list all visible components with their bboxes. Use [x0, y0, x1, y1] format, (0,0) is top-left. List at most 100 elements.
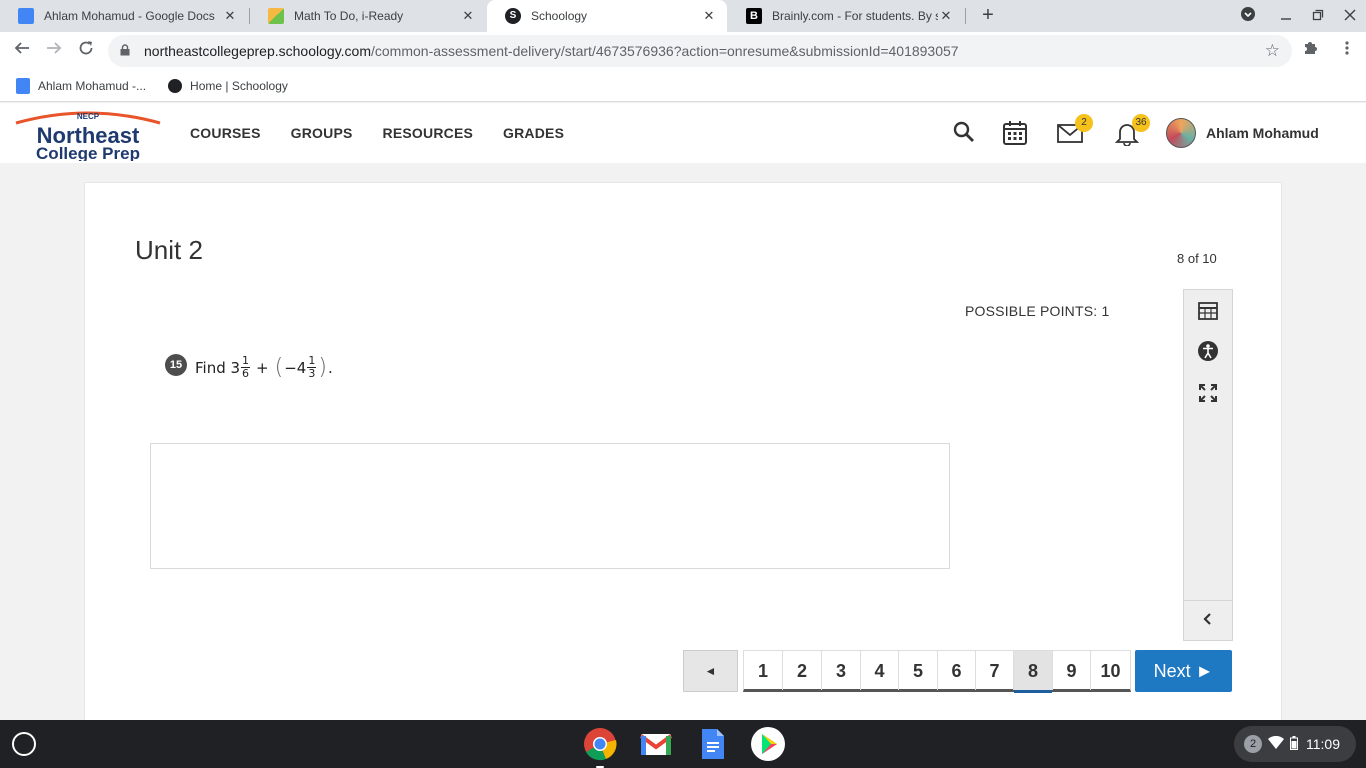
page-list: 1 2 3 4 5 6 7 8 9 10: [743, 650, 1131, 693]
extensions-puzzle-icon[interactable]: [1302, 40, 1318, 61]
tab-title: Brainly.com - For students. By students.: [772, 9, 938, 23]
fraction-one-sixth: 1 6: [241, 355, 251, 380]
possible-points: POSSIBLE POINTS: 1: [965, 303, 1110, 319]
nav-groups[interactable]: GROUPS: [291, 125, 353, 141]
google-docs-icon: [16, 77, 30, 94]
lock-icon: [120, 43, 132, 59]
tab-schoology[interactable]: S Schoology ✕: [487, 0, 727, 32]
page-9-button[interactable]: 9: [1053, 651, 1091, 690]
bookmarks-bar: Ahlam Mohamud -... Home | Schoology: [0, 70, 1366, 102]
close-tab-icon[interactable]: ✕: [460, 8, 476, 24]
question-text: Find 3 1 6 + ( −4 1 3 ) .: [195, 355, 333, 381]
accessibility-icon[interactable]: [1197, 340, 1219, 362]
bookmark-label: Ahlam Mohamud -...: [38, 78, 147, 93]
avatar[interactable]: [1166, 118, 1196, 148]
chrome-icon[interactable]: [582, 726, 618, 768]
nav-grades[interactable]: GRADES: [503, 125, 564, 141]
page-1-button[interactable]: 1: [744, 651, 783, 690]
previous-button[interactable]: ◄: [683, 650, 738, 692]
schoology-icon: [168, 78, 183, 93]
bookmark-star-icon[interactable]: ☆: [1265, 41, 1280, 61]
calendar-icon[interactable]: [1002, 120, 1028, 146]
negative-whole: −4: [284, 358, 307, 377]
logo-top-text: NECP: [77, 112, 100, 121]
tab-title: Math To Do, i-Ready: [294, 9, 404, 23]
bookmark-schoology-home[interactable]: Home | Schoology: [168, 78, 288, 93]
schoology-header: NECP Northeast College Prep COURSES GROU…: [0, 103, 1366, 163]
os-shelf: 2 11:09: [0, 720, 1366, 768]
browser-tab-strip: Ahlam Mohamud - Google Docs ✕ Math To Do…: [0, 0, 1366, 32]
browser-toolbar: northeastcollegeprep.schoology.com/commo…: [0, 32, 1366, 70]
notification-count: 2: [1244, 735, 1262, 753]
page-2-button[interactable]: 2: [783, 651, 822, 690]
schoology-icon: S: [505, 8, 521, 24]
page-7-button[interactable]: 7: [976, 651, 1014, 690]
messages-envelope-icon[interactable]: 2: [1057, 114, 1093, 146]
tab-iready[interactable]: Math To Do, i-Ready ✕: [250, 0, 486, 32]
question-prefix: Find 3: [195, 358, 241, 377]
address-bar[interactable]: northeastcollegeprep.schoology.com/commo…: [108, 35, 1292, 67]
reload-icon[interactable]: [74, 39, 98, 63]
tab-separator: [965, 8, 966, 24]
plus-operator: +: [256, 358, 269, 377]
search-icon[interactable]: [952, 120, 978, 146]
google-docs-icon: [18, 8, 34, 24]
iready-cube-icon: [268, 8, 284, 24]
chrome-menu-icon[interactable]: [1340, 40, 1354, 61]
url-path: /common-assessment-delivery/start/467357…: [371, 43, 959, 59]
close-tab-icon[interactable]: ✕: [938, 8, 954, 24]
school-logo[interactable]: NECP Northeast College Prep: [6, 107, 170, 163]
restore-icon[interactable]: [1308, 6, 1328, 26]
play-store-icon[interactable]: [750, 726, 786, 762]
close-window-icon[interactable]: [1340, 6, 1360, 26]
bookmark-label: Home | Schoology: [190, 78, 288, 93]
user-name[interactable]: Ahlam Mohamud: [1206, 125, 1319, 141]
tools-divider: [1184, 600, 1232, 601]
page-3-button[interactable]: 3: [822, 651, 861, 690]
fraction-one-third: 1 3: [307, 355, 317, 380]
brainly-icon: B: [746, 8, 762, 24]
fraction-denominator: 6: [242, 367, 250, 380]
collapse-chevron-left-icon[interactable]: [1197, 608, 1219, 630]
nav-resources[interactable]: RESOURCES: [383, 125, 473, 141]
tab-brainly[interactable]: B Brainly.com - For students. By student…: [728, 0, 964, 32]
question-suffix: .: [327, 358, 333, 377]
google-docs-icon[interactable]: [694, 726, 730, 762]
close-tab-icon[interactable]: ✕: [701, 8, 717, 24]
tab-title: Schoology: [531, 9, 588, 23]
back-icon[interactable]: [10, 39, 34, 63]
page-8-button-current[interactable]: 8: [1014, 651, 1053, 693]
page-10-button[interactable]: 10: [1091, 651, 1130, 690]
fraction-denominator: 3: [308, 367, 316, 380]
tab-search-icon[interactable]: [1238, 6, 1258, 26]
nav-courses[interactable]: COURSES: [190, 125, 261, 141]
gmail-icon[interactable]: [638, 726, 674, 762]
calculator-grid-icon[interactable]: [1197, 300, 1219, 322]
notifications-bell-icon[interactable]: 36: [1114, 114, 1150, 147]
tab-title: Ahlam Mohamud - Google Docs: [44, 9, 215, 23]
question-counter: 8 of 10: [1177, 251, 1217, 266]
minimize-icon[interactable]: [1276, 6, 1296, 26]
main-nav: COURSES GROUPS RESOURCES GRADES: [190, 103, 594, 163]
page-6-button[interactable]: 6: [938, 651, 976, 690]
close-tab-icon[interactable]: ✕: [222, 8, 238, 24]
notifications-badge: 36: [1132, 114, 1150, 132]
question-number-badge: 15: [165, 354, 187, 376]
system-tray[interactable]: 2 11:09: [1234, 726, 1356, 762]
answer-input[interactable]: [150, 443, 950, 569]
open-paren: (: [274, 355, 284, 380]
url-host: northeastcollegeprep.schoology.com: [144, 43, 371, 59]
launcher-icon[interactable]: [12, 732, 36, 756]
logo-line2: College Prep: [36, 144, 140, 161]
next-button[interactable]: Next ►: [1135, 650, 1232, 692]
bookmark-google-docs[interactable]: Ahlam Mohamud -...: [16, 77, 147, 94]
tab-google-docs[interactable]: Ahlam Mohamud - Google Docs ✕: [0, 0, 248, 32]
new-tab-button[interactable]: +: [976, 4, 1000, 28]
assessment-tools-panel: [1183, 289, 1233, 641]
page-4-button[interactable]: 4: [861, 651, 899, 690]
page-5-button[interactable]: 5: [899, 651, 938, 690]
page-title: Unit 2: [135, 235, 203, 265]
close-paren: ): [318, 355, 327, 380]
fullscreen-expand-icon[interactable]: [1197, 382, 1219, 404]
forward-icon[interactable]: [42, 39, 66, 63]
